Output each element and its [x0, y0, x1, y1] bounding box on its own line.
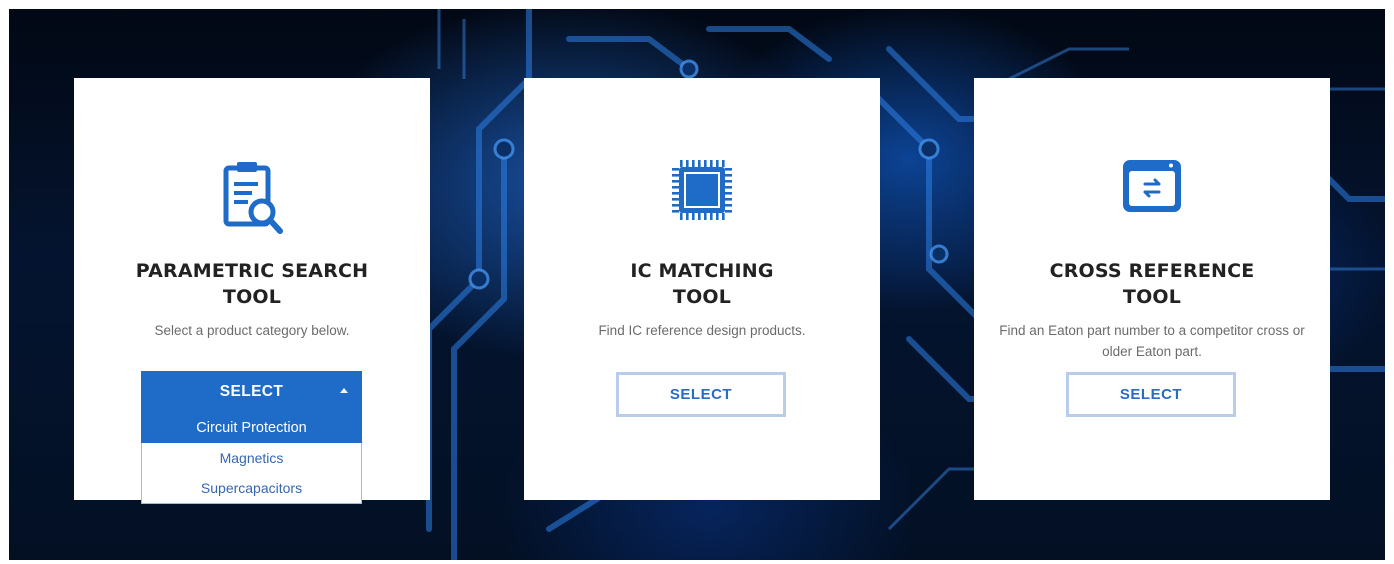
dropdown-option-circuit-protection[interactable]: Circuit Protection: [141, 413, 362, 443]
card-description: Select a product category below.: [154, 323, 350, 338]
card-description: Find an Eaton part number to a competito…: [999, 323, 1305, 359]
window-swap-icon: [1121, 158, 1183, 219]
select-dropdown-button[interactable]: SELECT: [141, 371, 362, 413]
dropdown-option-magnetics[interactable]: Magnetics: [141, 443, 362, 473]
parametric-search-card: PARAMETRIC SEARCH TOOL Select a product …: [74, 78, 430, 504]
ic-matching-card: IC MATCHING TOOL Find IC reference desig…: [524, 78, 880, 500]
card-title: IC MATCHING TOOL: [630, 260, 774, 308]
ic-matching-select-button[interactable]: SELECT: [616, 372, 786, 417]
card-title: CROSS REFERENCE TOOL: [1049, 260, 1255, 308]
chip-icon: [670, 158, 734, 227]
caret-up-icon: [340, 388, 348, 393]
card-title: PARAMETRIC SEARCH TOOL: [135, 260, 369, 308]
card-description: Find IC reference design products.: [598, 323, 806, 338]
category-dropdown[interactable]: SELECT Circuit Protection Magnetics Supe…: [141, 371, 362, 504]
dropdown-option-supercapacitors[interactable]: Supercapacitors: [141, 473, 362, 504]
clipboard-search-icon: [220, 158, 284, 243]
cross-reference-card: CROSS REFERENCE TOOL Find an Eaton part …: [974, 78, 1330, 500]
hero-background: PARAMETRIC SEARCH TOOL Select a product …: [9, 9, 1385, 560]
cross-reference-select-button[interactable]: SELECT: [1066, 372, 1236, 417]
select-label: SELECT: [219, 383, 284, 400]
